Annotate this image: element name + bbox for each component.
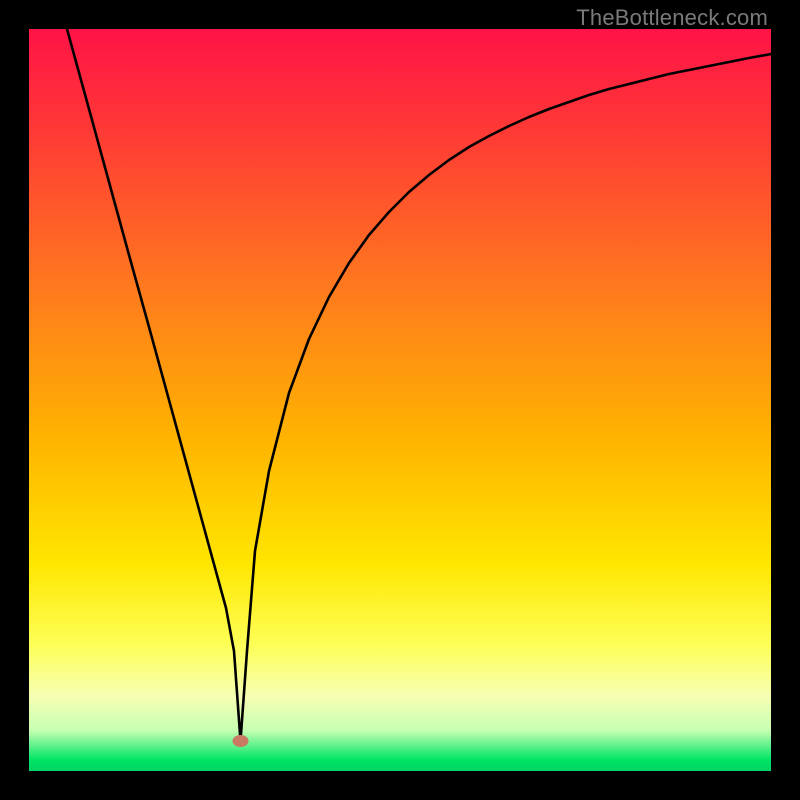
watermark-text: TheBottleneck.com [576,5,768,31]
plot-area [29,29,771,771]
gradient-background [29,29,771,771]
minimum-marker [233,735,249,747]
chart-frame: TheBottleneck.com [0,0,800,800]
chart-svg [29,29,771,771]
